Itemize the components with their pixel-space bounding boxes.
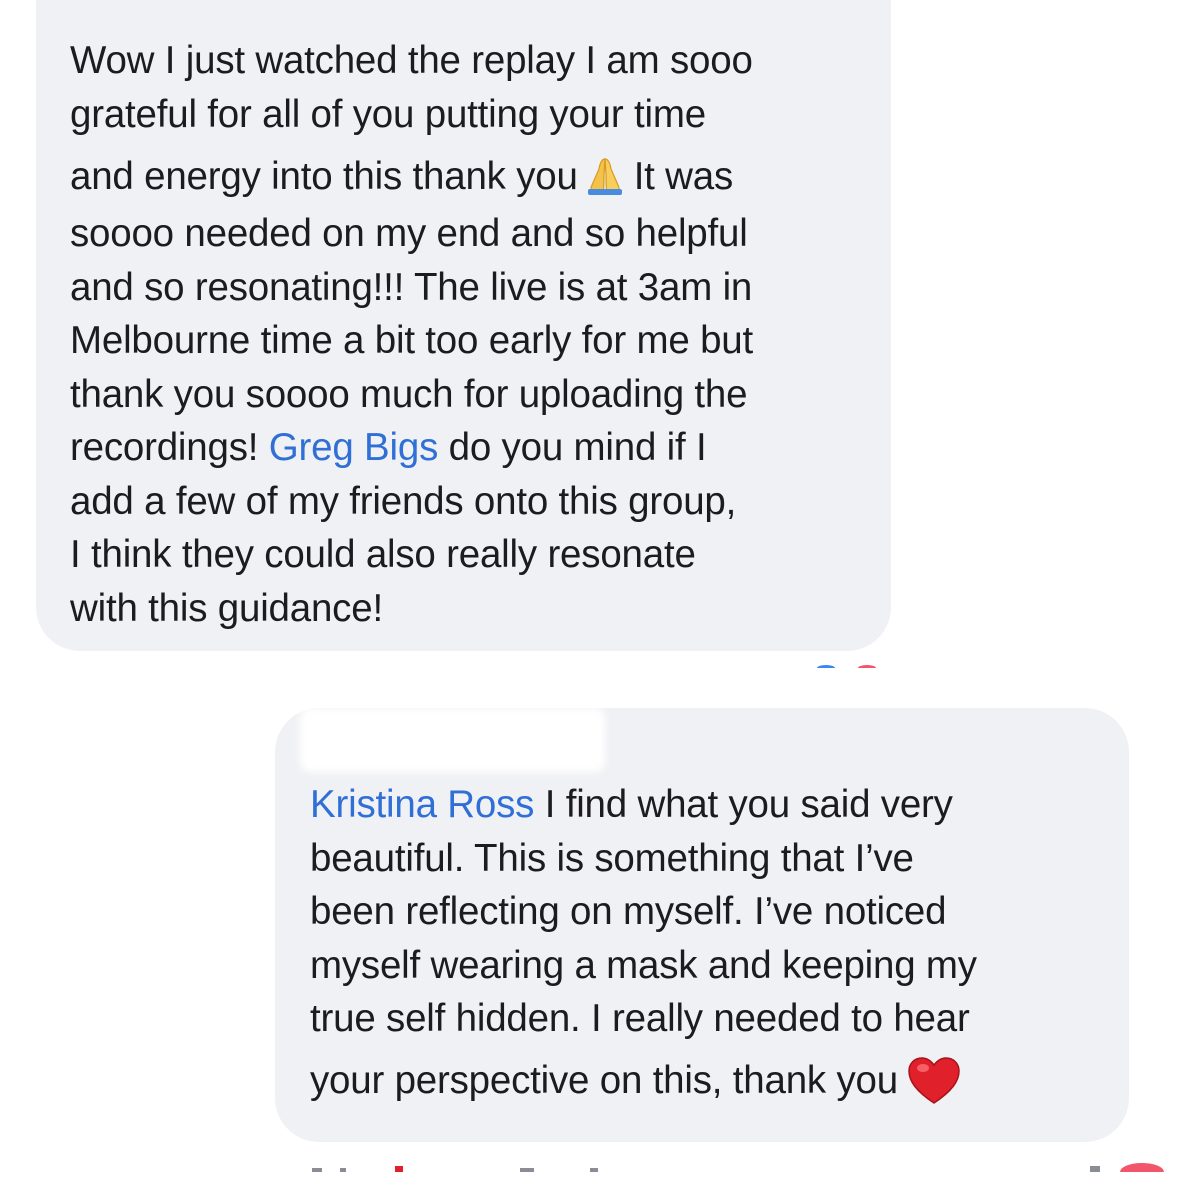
- comment-line: beautiful. This is something that I’ve: [310, 836, 914, 880]
- comment-text: Kristina Ross I find what you said very …: [310, 778, 1109, 1112]
- comment-line-text: and energy into this thank you: [70, 155, 578, 198]
- comment-line: myself wearing a mask and keeping my: [310, 943, 977, 987]
- comment-line-text: I find what you said very: [534, 783, 953, 826]
- comment-line: recordings! Greg Bigs do you mind if I: [70, 421, 861, 475]
- comment-line: add a few of my friends onto this group,: [70, 479, 737, 523]
- comment-line-text: your perspective on this, thank you: [310, 1058, 898, 1102]
- red-heart-icon: [908, 1056, 960, 1104]
- comment-line: true self hidden. I really needed to hea…: [310, 997, 970, 1040]
- folded-hands-icon: [587, 158, 622, 195]
- mention-link[interactable]: Kristina Ross: [310, 783, 534, 826]
- mention-link[interactable]: Greg Bigs: [269, 426, 439, 469]
- comment-line: your perspective on this, thank you: [310, 1050, 1109, 1112]
- redacted-name-area: [300, 708, 605, 772]
- comment-line: been reflecting on myself. I’ve noticed: [310, 890, 947, 933]
- comment-text: Wow I just watched the replay I am sooo …: [70, 34, 861, 635]
- comment-line: I think they could also really resonate: [70, 533, 696, 576]
- comment-line: grateful for all of you putting your tim…: [70, 92, 706, 136]
- comment-line: and energy into this thank you It was: [70, 147, 861, 207]
- comment-bubble: Wow I just watched the replay I am sooo …: [36, 0, 891, 651]
- comment-actions-cropped: [312, 1163, 1164, 1172]
- comment-line: with this guidance!: [70, 586, 383, 630]
- reaction-icons-cropped: [817, 665, 876, 668]
- comment-line: Melbourne time a bit too early for me bu…: [70, 319, 753, 362]
- comment-line: Kristina Ross I find what you said very: [310, 778, 1109, 832]
- comment-line: thank you soooo much for uploading the: [70, 372, 748, 416]
- comment-line-text: It was: [633, 155, 734, 198]
- comment-bubble: Kristina Ross I find what you said very …: [275, 708, 1129, 1142]
- comment-line-text: recordings!: [70, 426, 269, 469]
- comment-line-text: do you mind if I: [438, 426, 707, 469]
- comment-line: soooo needed on my end and so helpful: [70, 212, 748, 255]
- comment-line: and so resonating!!! The live is at 3am …: [70, 265, 753, 309]
- comment-line: Wow I just watched the replay I am sooo: [70, 39, 753, 82]
- comments-screenshot: Wow I just watched the replay I am sooo …: [0, 0, 1200, 1200]
